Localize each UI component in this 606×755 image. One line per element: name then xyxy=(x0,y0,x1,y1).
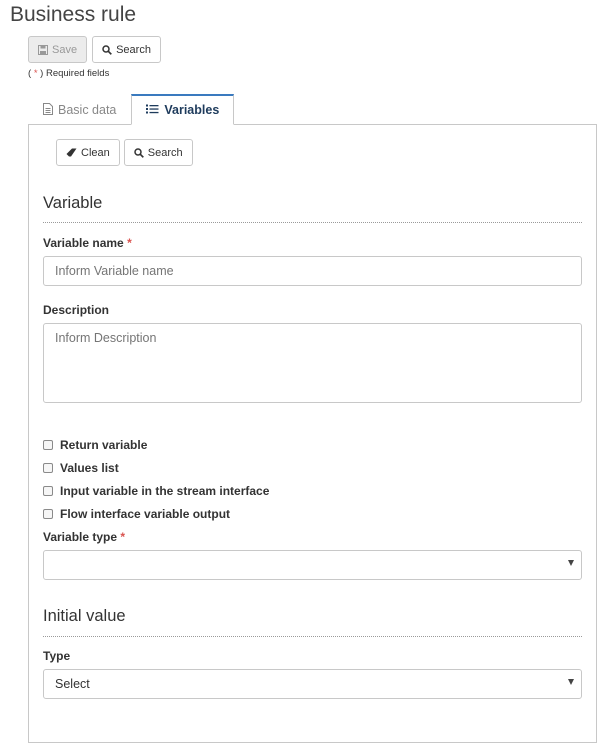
panel-toolbar: Clean Search xyxy=(56,139,193,166)
variables-panel: Clean Search Variable Variable name * De… xyxy=(28,124,597,743)
variable-type-label: Variable type * xyxy=(43,530,125,544)
variable-type-label-text: Variable type xyxy=(43,530,118,544)
chevron-down-icon xyxy=(568,560,574,566)
panel-search-button-label: Search xyxy=(147,146,183,159)
variable-type-select[interactable] xyxy=(43,550,582,580)
return-variable-label: Return variable xyxy=(60,438,148,452)
required-star: * xyxy=(120,530,126,544)
tab-basic-data-label: Basic data xyxy=(58,103,117,117)
initial-value-section-title: Initial value xyxy=(43,607,126,625)
type-label: Type xyxy=(43,649,71,663)
save-button[interactable]: Save xyxy=(28,36,88,63)
tab-variables-label: Variables xyxy=(164,103,220,117)
clean-button-label: Clean xyxy=(81,146,110,159)
input-variable-stream-checkbox[interactable] xyxy=(43,486,53,496)
description-label: Description xyxy=(43,303,110,317)
initial-value-section-divider xyxy=(43,636,582,637)
variable-name-label: Variable name * xyxy=(43,236,132,250)
values-list-row[interactable]: Values list xyxy=(43,461,119,475)
search-icon xyxy=(134,147,144,158)
search-button-label: Search xyxy=(116,43,151,56)
flow-interface-output-checkbox[interactable] xyxy=(43,509,53,519)
description-textarea[interactable] xyxy=(43,323,582,403)
variable-section-divider xyxy=(43,222,582,223)
page-title: Business rule xyxy=(10,3,137,26)
save-button-label: Save xyxy=(52,43,78,56)
save-icon xyxy=(38,44,48,55)
values-list-label: Values list xyxy=(60,461,119,475)
clean-button[interactable]: Clean xyxy=(56,139,120,166)
chevron-down-icon xyxy=(568,679,574,685)
list-icon xyxy=(146,103,159,117)
variable-name-label-text: Variable name xyxy=(43,236,124,250)
return-variable-row[interactable]: Return variable xyxy=(43,438,147,452)
input-variable-stream-row[interactable]: Input variable in the stream interface xyxy=(43,484,269,498)
top-toolbar: Save Search xyxy=(28,36,161,63)
tab-variables[interactable]: Variables xyxy=(131,94,235,125)
required-note-text: ) Required fields xyxy=(40,68,110,79)
initial-value-type-select[interactable]: Select xyxy=(43,669,582,699)
variable-section-title: Variable xyxy=(43,194,103,212)
tab-bar: Basic data Variables xyxy=(28,94,235,125)
flow-interface-output-row[interactable]: Flow interface variable output xyxy=(43,507,230,521)
search-button[interactable]: Search xyxy=(92,36,161,63)
required-fields-note: ( * ) Required fields xyxy=(28,68,109,79)
variable-name-input[interactable] xyxy=(43,256,582,286)
tab-basic-data[interactable]: Basic data xyxy=(28,94,131,125)
return-variable-checkbox[interactable] xyxy=(43,440,53,450)
initial-value-type-value: Select xyxy=(55,677,90,691)
input-variable-stream-label: Input variable in the stream interface xyxy=(60,484,270,498)
required-star: * xyxy=(33,68,38,79)
document-icon xyxy=(43,102,53,118)
required-star: * xyxy=(127,236,132,250)
panel-search-button[interactable]: Search xyxy=(123,139,193,166)
values-list-checkbox[interactable] xyxy=(43,463,53,473)
required-note-open: ( xyxy=(28,68,32,79)
eraser-icon xyxy=(66,148,77,157)
search-icon xyxy=(102,44,112,55)
flow-interface-output-label: Flow interface variable output xyxy=(60,507,231,521)
